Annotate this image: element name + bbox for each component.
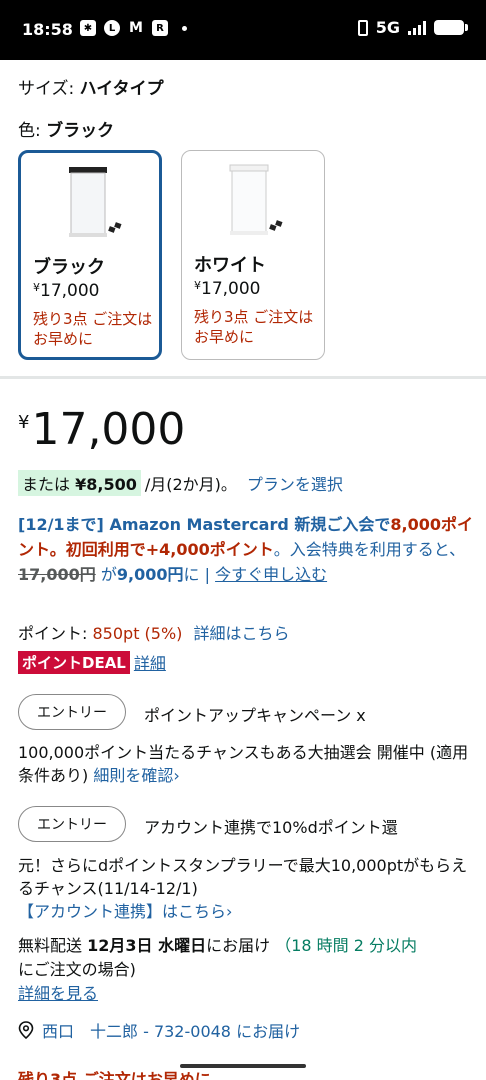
size-value: ハイタイプ [79, 79, 164, 99]
swatch-black[interactable]: ブラック ¥17,000 残り3点 ご注文はお早めに [18, 150, 162, 360]
signal-icon [408, 20, 426, 35]
notification-icons: ✱ L M R [80, 20, 187, 36]
network-type: 5G [375, 18, 400, 37]
color-value: ブラック [46, 121, 115, 141]
swatch-name: ブラック [33, 257, 105, 278]
product-image-black [69, 167, 122, 237]
points-value: 850pt (5%) [92, 624, 183, 643]
line-icon: L [104, 20, 120, 36]
entry-desc-1: 100,000ポイント当たるチャンスもある大抽選会 開催中 (適用条件あり) 細… [18, 743, 469, 785]
delivery-address[interactable]: 西口 十二郎 - 732-0048 にお届け [18, 1018, 300, 1042]
deal-details-link[interactable]: 詳細 [134, 650, 166, 674]
entry-button-2[interactable]: エントリー [18, 806, 126, 842]
clock: 18:58 [22, 20, 73, 39]
installment-suffix: /月(2か月)。 [144, 475, 237, 494]
swatch-name: ホワイト [194, 255, 266, 276]
size-label: サイズ: [18, 79, 75, 99]
swatch-stock: 残り3点 ご注文はお早めに [194, 308, 314, 346]
gmail-icon: M [129, 20, 143, 36]
delivery-details-link[interactable]: 詳細を見る [18, 984, 98, 1003]
swatch-price: ¥17,000 [194, 279, 261, 299]
bottom-stock-warning: 残り3点 ご注文はお早めに [18, 1070, 211, 1080]
points-row: ポイント: 850pt (5%) 詳細はこちら [18, 624, 290, 643]
rules-link[interactable]: 細則を確認› [93, 766, 179, 785]
app-icon: R [152, 20, 168, 36]
delivery-date: 12月3日 水曜日 [87, 936, 207, 955]
entry-title-1: ポイントアップキャンペーン x [144, 706, 366, 725]
deal-badge: ポイントDEAL [18, 650, 130, 674]
color-row: 色: ブラック [18, 116, 114, 141]
color-label: 色: [18, 121, 41, 141]
entry-button-1[interactable]: エントリー [18, 694, 126, 730]
swatch-stock: 残り3点 ご注文はお早めに [33, 310, 153, 348]
product-image-white [229, 164, 283, 235]
status-bar: 18:58 ✱ L M R 5G [0, 0, 486, 60]
product-price: ¥17,000 [18, 404, 185, 455]
more-notifications-icon [182, 25, 187, 31]
apply-now-link[interactable]: 今すぐ申し込む [215, 565, 327, 584]
mastercard-promo[interactable]: [12/1まで] Amazon Mastercard 新規ご入会で8,000ポイ… [18, 512, 473, 587]
size-row: サイズ: ハイタイプ [18, 74, 164, 99]
location-pin-icon [18, 1021, 34, 1039]
swatch-white[interactable]: ホワイト ¥17,000 残り3点 ご注文はお早めに [181, 150, 325, 360]
price-amount: 17,000 [31, 404, 186, 455]
installment-plan: または ¥8,500 /月(2か月)。 プランを選択 [18, 470, 343, 496]
address-text: 西口 十二郎 - 732-0048 にお届け [42, 1022, 301, 1041]
price-currency: ¥ [18, 412, 30, 433]
entry-title-2: アカウント連携で10%dポイント還 [144, 818, 398, 837]
installment-highlight: または ¥8,500 [18, 470, 141, 496]
home-indicator[interactable] [180, 1064, 306, 1068]
settings-icon: ✱ [80, 20, 96, 36]
swatch-price: ¥17,000 [33, 281, 100, 301]
account-link[interactable]: 【アカウント連携】はこちら› [18, 902, 232, 921]
delivery-info: 無料配送 12月3日 水曜日にお届け （18 時間 2 分以内 にご注文の場合) 詳… [18, 936, 418, 1003]
section-divider [0, 376, 486, 379]
points-deal: ポイントDEAL 詳細 [18, 650, 166, 674]
battery-icon [434, 20, 468, 35]
entry-desc-2: 元！さらにdポイントスタンプラリーで最大10,000ptがもらえるチャンス(11… [18, 856, 468, 921]
vibrate-icon [357, 19, 368, 36]
select-plan-link[interactable]: プランを選択 [247, 471, 343, 495]
system-icons: 5G [357, 18, 468, 37]
points-details-link[interactable]: 詳細はこちら [194, 624, 290, 643]
